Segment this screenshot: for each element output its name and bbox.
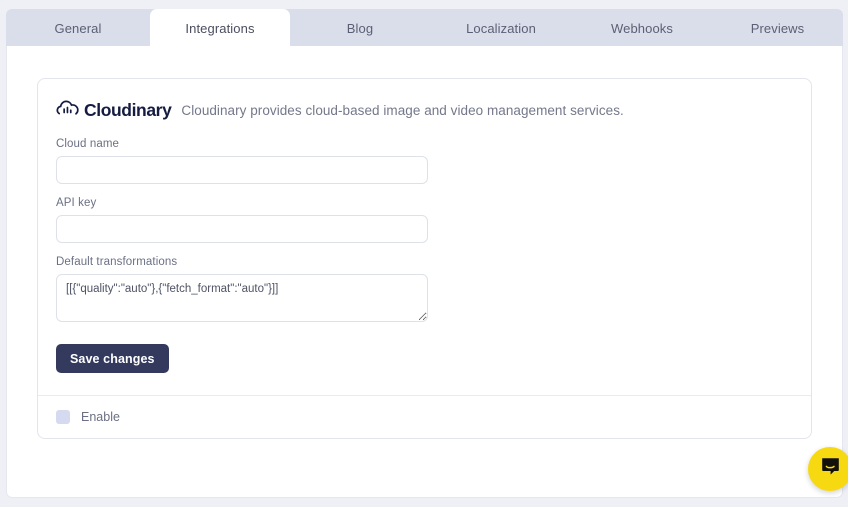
tab-previews[interactable]: Previews (712, 9, 843, 47)
tab-localization-label: Localization (466, 20, 536, 36)
save-changes-button[interactable]: Save changes (56, 344, 169, 373)
default-transformations-field: Default transformations (56, 256, 793, 322)
tab-localization[interactable]: Localization (430, 9, 572, 47)
chat-bubble-icon (821, 457, 840, 481)
default-transformations-textarea[interactable] (56, 274, 428, 322)
tab-webhooks-label: Webhooks (611, 20, 673, 36)
integration-header: Cloudinary Cloudinary provides cloud-bas… (56, 99, 793, 122)
cloud-name-field: Cloud name (56, 138, 793, 184)
enable-label[interactable]: Enable (81, 410, 120, 424)
tab-previews-label: Previews (750, 20, 805, 36)
tab-general[interactable]: General (6, 9, 150, 47)
tab-general-label: General (54, 20, 102, 36)
chat-launcher-button[interactable] (808, 447, 848, 491)
settings-tab-bar: General Integrations Blog Localization W… (6, 9, 843, 47)
integration-description: Cloudinary provides cloud-based image an… (181, 103, 624, 118)
enable-checkbox[interactable] (56, 410, 70, 424)
tab-webhooks[interactable]: Webhooks (572, 9, 712, 47)
enable-row: Enable (38, 395, 811, 438)
tab-integrations-label: Integrations (185, 20, 255, 36)
tab-blog-label: Blog (346, 20, 374, 36)
cloudinary-integration-card: Cloudinary Cloudinary provides cloud-bas… (37, 78, 812, 439)
integrations-panel: Cloudinary Cloudinary provides cloud-bas… (6, 46, 843, 498)
cloudinary-brand-name: Cloudinary (84, 100, 172, 120)
api-key-field: API key (56, 197, 793, 243)
tab-integrations[interactable]: Integrations (150, 9, 290, 47)
cloud-name-input[interactable] (56, 156, 428, 184)
cloud-name-label: Cloud name (56, 138, 120, 150)
cloudinary-card-body: Cloudinary Cloudinary provides cloud-bas… (38, 79, 811, 395)
cloudinary-cloud-icon (56, 99, 81, 122)
tab-blog[interactable]: Blog (290, 9, 430, 47)
api-key-label: API key (56, 197, 97, 209)
default-transformations-label: Default transformations (56, 256, 178, 268)
api-key-input[interactable] (56, 215, 428, 243)
cloudinary-logo: Cloudinary (56, 99, 172, 122)
